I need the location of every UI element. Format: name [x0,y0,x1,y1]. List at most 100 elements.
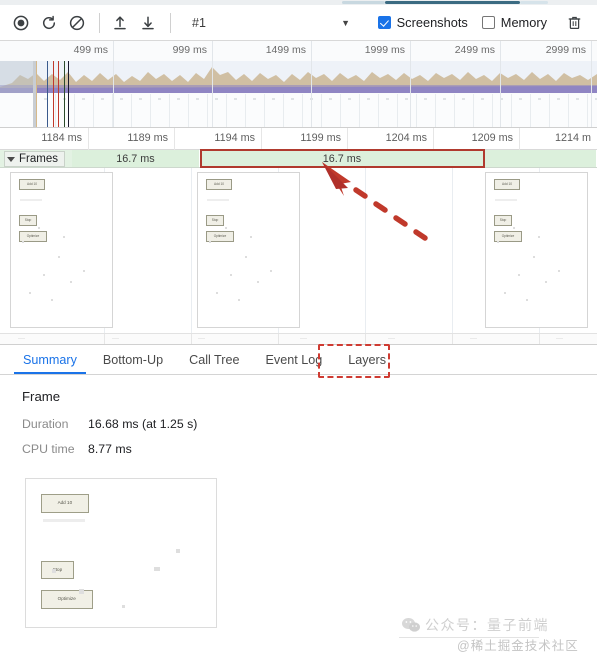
overview-tick-label: 499 ms [73,44,108,56]
filmstrip-footer-tick [191,334,192,344]
summary-row-key: CPU time [22,442,75,456]
preview-button: Stop [206,215,224,226]
filmstrip-footer-tick [539,334,540,344]
preview-dot [38,227,40,229]
preview-button: Optimize [19,231,47,242]
recording-session-select[interactable]: #1 ▼ [182,11,357,34]
overview-tick [500,41,501,127]
filmstrip-screenshot[interactable]: Add 10 Stop Optimize [485,172,588,328]
preview-dot [176,549,180,553]
timeline-overview[interactable]: 499 ms 999 ms 1499 ms 1999 ms 2499 ms 2999 ms [0,41,597,128]
overview-network-tick [74,94,75,127]
overview-tick-label: 999 ms [172,44,207,56]
frame-screenshot-preview[interactable]: Add 10 Stop Optimize [25,478,217,628]
overview-network-mark [538,98,541,100]
preview-dot [230,273,233,276]
overview-network-tick [511,94,512,127]
overview-network-tick [568,94,569,127]
preview-dot [154,567,160,571]
overview-selection-handle-left[interactable] [33,61,36,127]
filmstrip-footer-tick [365,334,366,344]
filmstrip-footer-tick [452,334,453,344]
preview-dot [70,281,73,283]
overview-network-mark [234,98,237,100]
tab-call-tree[interactable]: Call Tree [176,354,252,374]
chevron-down-icon [7,156,15,162]
trash-icon[interactable] [561,10,587,36]
preview-dot [270,270,272,273]
overview-network-mark [82,98,85,100]
frame-cell[interactable]: 16.7 ms [72,150,200,167]
preview-text-line [207,199,229,201]
overview-network-tick [264,94,265,127]
preview-dot [57,255,60,258]
screenshots-label: Screenshots [396,15,468,30]
preview-button: Stop [494,215,512,226]
overview-network-mark [253,98,256,100]
overview-network-mark [329,98,332,100]
filmstrip-divider [452,168,453,333]
overview-network-tick [473,94,474,127]
preview-dot [513,227,515,229]
screenshots-checkbox[interactable]: Screenshots [377,15,468,30]
preview-text-line [495,199,517,201]
tab-layers[interactable]: Layers [335,354,399,374]
memory-checkbox[interactable]: Memory [481,15,547,30]
overview-network-tick [416,94,417,127]
preview-button: Add 10 [40,494,89,513]
record-button[interactable] [8,10,34,36]
tab-summary[interactable]: Summary [10,354,90,374]
preview-dot [250,236,253,238]
devtools-performance-panel: #1 ▼ Screenshots Memory 499 ms 999 ms 14… [0,0,597,665]
detail-ruler-label: 1214 m [554,132,591,144]
summary-title: Frame [22,389,61,404]
overview-network-mark [196,98,199,100]
preview-dot [225,227,227,229]
overview-network-mark [367,98,370,100]
overview-network-mark [291,98,294,100]
preview-dot [83,270,85,273]
frame-cell[interactable] [485,150,597,167]
toolbar-right-group: Screenshots Memory [377,10,597,36]
overview-tick-label: 1999 ms [364,44,405,56]
overview-network-tick [359,94,360,127]
overview-network-mark [215,98,218,100]
filmstrip-screenshot[interactable]: Add 10 Stop Optimize [197,172,300,328]
filmstrip-screenshot[interactable]: Add 10 Stop Optimize [10,172,113,328]
overview-network-mark [519,98,522,100]
toolbar-divider-1 [99,12,100,33]
tab-event-log[interactable]: Event Log [253,354,336,374]
summary-rows: Duration 16.68 ms (at 1.25 s) CPU time 8… [22,417,597,456]
preview-dot [518,273,521,276]
top-accent-indicator [342,1,548,4]
frame-cell[interactable]: 16.7 ms [200,150,485,167]
load-profile-button[interactable] [107,10,133,36]
screenshot-filmstrip[interactable]: Add 10 Stop Optimize Add 10 Stop Optimize Add … [0,168,597,333]
overview-network-tick [492,94,493,127]
filmstrip-footer-ghost: — [198,335,205,342]
detail-ruler-tick [174,128,175,150]
overview-network-tick [93,94,94,127]
overview-tick [311,41,312,127]
overview-network-mark [576,98,579,100]
summary-panel: Frame Duration 16.68 ms (at 1.25 s) CPU … [0,375,597,665]
frames-track[interactable]: Frames 16.7 ms 16.7 ms [0,150,597,168]
overview-marker-red-2 [58,61,59,127]
preview-dot [558,270,560,273]
tab-bottom-up[interactable]: Bottom-Up [90,354,176,374]
overview-network-mark [405,98,408,100]
overview-network-mark [272,98,275,100]
summary-row: Duration 16.68 ms (at 1.25 s) [22,417,597,431]
overview-network-tick [321,94,322,127]
detail-ruler-label: 1209 ms [471,132,513,144]
overview-network-mark [101,98,104,100]
save-profile-button[interactable] [135,10,161,36]
summary-row: CPU time 8.77 ms [22,442,597,456]
reload-and-record-button[interactable] [36,10,62,36]
overview-network-tick [207,94,208,127]
clear-button[interactable] [64,10,90,36]
preview-dot [63,236,66,238]
overview-network-tick [435,94,436,127]
frames-track-header[interactable]: Frames [4,151,65,167]
detail-ruler-tick [347,128,348,150]
